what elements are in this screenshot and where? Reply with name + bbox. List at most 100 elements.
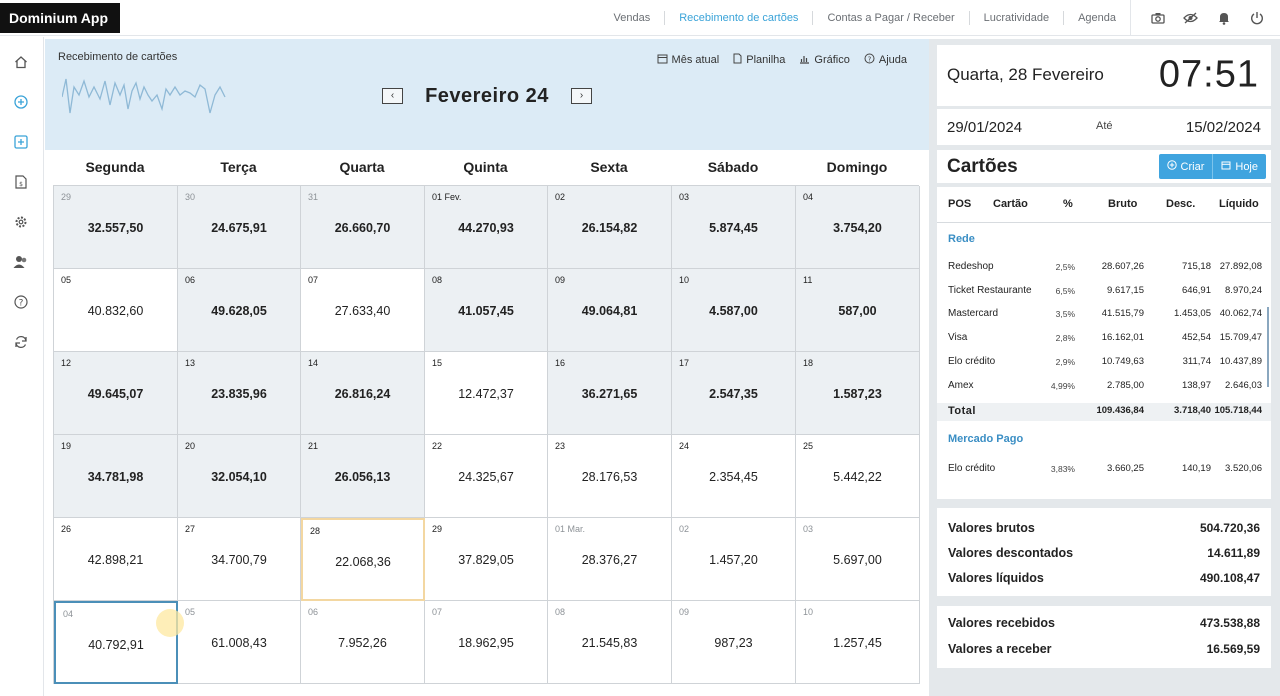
calendar-day-cell[interactable]: 21 26.056,13 (301, 435, 425, 518)
calendar-day-cell[interactable]: 17 2.547,35 (672, 352, 796, 435)
calendar-day-cell[interactable]: 24 2.354,45 (672, 435, 796, 518)
calendar-day-cell[interactable]: 09 987,23 (672, 601, 796, 684)
calendar-day-cell[interactable]: 04 3.754,20 (796, 186, 920, 269)
nav-link-recebimento[interactable]: Recebimento de cartões (664, 11, 812, 25)
brand-logo[interactable]: Dominium App (0, 3, 120, 33)
calendar-day-cell[interactable]: 28 22.068,36 (301, 518, 425, 601)
day-amount: 41.057,45 (458, 304, 514, 318)
calendar-day-cell[interactable]: 15 12.472,37 (425, 352, 548, 435)
calendar-day-cell[interactable]: 01 Fev. 44.270,93 (425, 186, 548, 269)
svg-text:?: ? (19, 299, 24, 309)
nav-link-vendas[interactable]: Vendas (600, 11, 665, 25)
calendar-day-cell[interactable]: 29 37.829,05 (425, 518, 548, 601)
calendar-day-cell[interactable]: 18 1.587,23 (796, 352, 920, 435)
card-name: Ticket Restaurante (948, 284, 1032, 296)
day-amount: 32.557,50 (87, 221, 144, 235)
document-icon[interactable]: $ (12, 173, 30, 191)
calendar-day-cell[interactable]: 03 5.874,45 (672, 186, 796, 269)
card-row[interactable]: Visa 2,8% 16.162,01 452,54 15.709,47 (937, 330, 1271, 346)
calendar-day-cell[interactable]: 01 Mar. 28.376,27 (548, 518, 672, 601)
card-row[interactable]: Redeshop 2,5% 28.607,26 715,18 27.892,08 (937, 259, 1271, 275)
weekday-label: Quarta (339, 159, 385, 175)
help-icon[interactable]: ? (12, 293, 30, 311)
day-amount: 32.054,10 (211, 470, 267, 484)
eye-off-icon[interactable] (1183, 10, 1199, 26)
column-header-net: Líquido (1219, 198, 1259, 210)
calendar-day-cell[interactable]: 03 5.697,00 (796, 518, 920, 601)
calendar-day-cell[interactable]: 09 49.064,81 (548, 269, 672, 352)
today-button[interactable]: Hoje (1212, 154, 1266, 179)
create-button[interactable]: Criar (1159, 154, 1213, 179)
calendar-day-cell[interactable]: 05 61.008,43 (178, 601, 301, 684)
calendar-day-cell[interactable]: 05 40.832,60 (54, 269, 178, 352)
calendar-day-cell[interactable]: 07 27.633,40 (301, 269, 425, 352)
plus-square-icon[interactable] (12, 133, 30, 151)
spreadsheet-link[interactable]: Planilha (733, 53, 785, 67)
users-icon[interactable] (12, 253, 30, 271)
right-panel: Quarta, 28 Fevereiro 07:51 29/01/2024 At… (929, 39, 1280, 696)
column-header-percent: % (1063, 198, 1073, 210)
top-bar: Dominium App Vendas Recebimento de cartõ… (0, 0, 1280, 36)
home-icon[interactable] (12, 53, 30, 71)
day-number: 26 (61, 524, 72, 534)
card-row[interactable]: Mastercard 3,5% 41.515,79 1.453,05 40.062,74 (937, 306, 1271, 322)
day-amount: 24.675,91 (211, 221, 267, 235)
gear-icon[interactable] (12, 213, 30, 231)
calendar-day-cell[interactable]: 11 587,00 (796, 269, 920, 352)
range-start-date[interactable]: 29/01/2024 (947, 119, 1022, 136)
calendar-day-cell[interactable]: 30 24.675,91 (178, 186, 301, 269)
calendar-day-cell[interactable]: 23 28.176,53 (548, 435, 672, 518)
calendar-day-cell[interactable]: 16 36.271,65 (548, 352, 672, 435)
camera-icon[interactable] (1150, 10, 1166, 26)
calendar-day-cell[interactable]: 12 49.645,07 (54, 352, 178, 435)
help-link[interactable]: ? Ajuda (864, 53, 907, 67)
day-amount: 1.257,45 (833, 636, 882, 650)
current-month-link[interactable]: Mês atual (657, 53, 719, 67)
card-row[interactable]: Elo crédito 2,9% 10.749,63 311,74 10.437,89 (937, 354, 1271, 370)
day-number: 25 (803, 441, 814, 451)
calendar-day-cell[interactable]: 10 1.257,45 (796, 601, 920, 684)
nav-link-contas[interactable]: Contas a Pagar / Receber (812, 11, 968, 25)
plus-circle-icon[interactable] (12, 93, 30, 111)
calendar-day-cell[interactable]: 13 23.835,96 (178, 352, 301, 435)
calendar-day-cell[interactable]: 06 7.952,26 (301, 601, 425, 684)
card-discount: 1.453,05 (1174, 308, 1211, 320)
calendar-day-cell[interactable]: 25 5.442,22 (796, 435, 920, 518)
day-number: 08 (432, 275, 443, 285)
card-percent: 2,5% (1055, 262, 1075, 272)
calendar-day-cell[interactable]: 07 18.962,95 (425, 601, 548, 684)
day-number: 10 (679, 275, 690, 285)
calendar-day-cell[interactable]: 14 26.816,24 (301, 352, 425, 435)
day-number: 13 (185, 358, 196, 368)
range-end-date[interactable]: 15/02/2024 (1186, 119, 1261, 136)
chart-label: Gráfico (814, 54, 850, 66)
calendar-day-cell[interactable]: 08 41.057,45 (425, 269, 548, 352)
card-row[interactable]: Amex 4,99% 2.785,00 138,97 2.646,03 (937, 378, 1271, 394)
next-month-button[interactable]: › (570, 88, 592, 104)
bell-icon[interactable] (1216, 10, 1232, 26)
calendar-day-cell[interactable]: 29 32.557,50 (54, 186, 178, 269)
nav-link-lucratividade[interactable]: Lucratividade (968, 11, 1063, 25)
sparkline-chart (62, 78, 226, 114)
calendar-day-cell[interactable]: 06 49.628,05 (178, 269, 301, 352)
calendar-day-cell[interactable]: 31 26.660,70 (301, 186, 425, 269)
card-row[interactable]: Ticket Restaurante 6,5% 9.617,15 646,91 8.97… (937, 283, 1271, 299)
card-row[interactable]: Elo crédito 3,83% 3.660,25 140,19 3.520,06 (937, 461, 1271, 477)
calendar-day-cell[interactable]: 27 34.700,79 (178, 518, 301, 601)
day-number: 04 (803, 192, 814, 202)
calendar-day-cell[interactable]: 19 34.781,98 (54, 435, 178, 518)
calendar-day-cell[interactable]: 26 42.898,21 (54, 518, 178, 601)
nav-link-agenda[interactable]: Agenda (1063, 11, 1130, 25)
calendar-day-cell[interactable]: 20 32.054,10 (178, 435, 301, 518)
calendar-day-cell[interactable]: 10 4.587,00 (672, 269, 796, 352)
calendar-day-cell[interactable]: 02 26.154,82 (548, 186, 672, 269)
refresh-icon[interactable] (12, 333, 30, 351)
calendar-day-cell[interactable]: 08 21.545,83 (548, 601, 672, 684)
calendar-day-cell[interactable]: 02 1.457,20 (672, 518, 796, 601)
table-scrollbar[interactable] (1267, 307, 1269, 387)
prev-month-button[interactable]: ‹ (382, 88, 403, 104)
chart-link[interactable]: Gráfico (799, 53, 850, 67)
calendar-day-cell[interactable]: 22 24.325,67 (425, 435, 548, 518)
power-icon[interactable] (1249, 10, 1265, 26)
sidebar: $ ? (0, 37, 44, 696)
